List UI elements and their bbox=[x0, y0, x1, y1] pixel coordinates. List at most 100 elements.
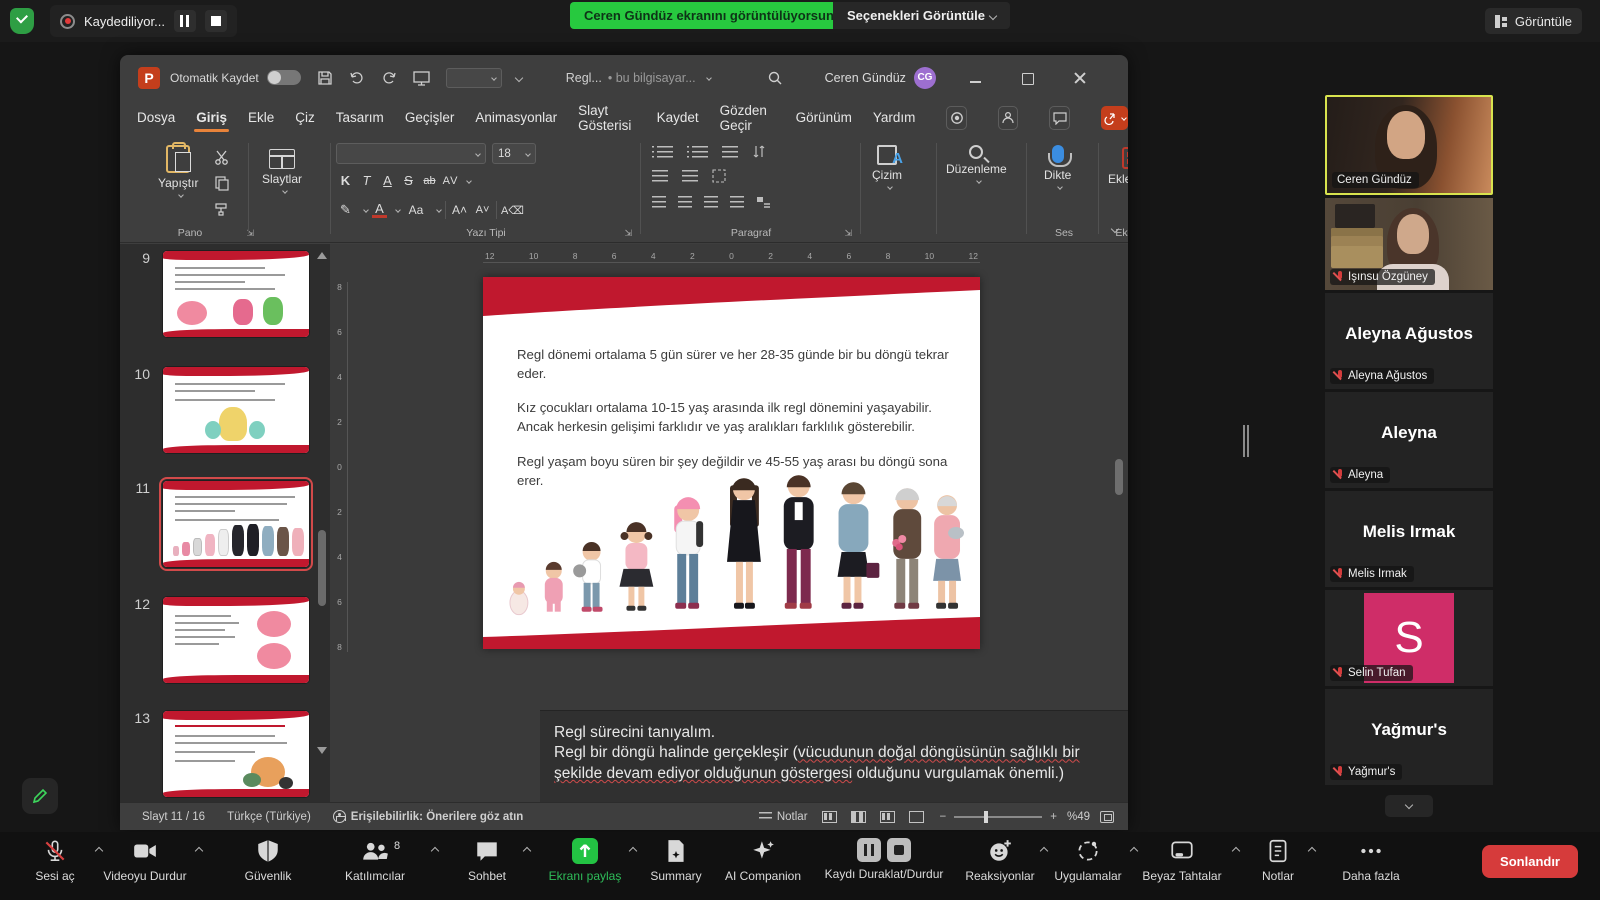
align-left-icon[interactable] bbox=[652, 196, 666, 208]
zoom-percentage[interactable]: %49 bbox=[1067, 811, 1090, 823]
tab-slayt-gosterisi[interactable]: Slayt Gösterisi bbox=[578, 103, 635, 133]
accessibility-status[interactable]: Erişilebilirlik: Önerilere göz atın bbox=[333, 810, 524, 823]
cut-icon[interactable] bbox=[214, 149, 230, 165]
toolbar-pause-stop-recording[interactable]: Kaydı Duraklat/Durdur bbox=[819, 838, 949, 881]
italic-button[interactable]: T bbox=[357, 173, 376, 188]
zoom-in-button[interactable]: + bbox=[1050, 811, 1057, 823]
search-icon[interactable] bbox=[767, 70, 783, 86]
fit-slide-to-window-button[interactable] bbox=[1100, 811, 1114, 823]
slide-indicator[interactable]: Slayt 11 / 16 bbox=[142, 811, 205, 823]
bold-button[interactable]: K bbox=[336, 173, 355, 188]
slideshow-icon[interactable] bbox=[413, 70, 430, 86]
increase-indent-icon[interactable] bbox=[682, 170, 698, 182]
language-indicator[interactable]: Türkçe (Türkiye) bbox=[227, 811, 311, 823]
tab-giris[interactable]: Giriş bbox=[196, 110, 227, 125]
presenter-coach-button[interactable] bbox=[998, 106, 1018, 130]
thumbnails-scroll-down-icon[interactable] bbox=[317, 747, 327, 754]
font-color-button[interactable]: A bbox=[372, 202, 387, 218]
format-painter-icon[interactable] bbox=[214, 201, 230, 217]
participant-tile-aleyna[interactable]: Aleyna Aleyna bbox=[1325, 392, 1493, 488]
participant-tile-aleyna-agustos[interactable]: Aleyna Ağustos Aleyna Ağustos bbox=[1325, 293, 1493, 389]
participant-video-ceren[interactable]: Ceren Gündüz bbox=[1325, 95, 1493, 195]
font-size-dropdown[interactable]: 18 bbox=[492, 143, 536, 164]
participant-tile-melis[interactable]: Melis Irmak Melis Irmak bbox=[1325, 491, 1493, 587]
account-name[interactable]: Ceren Gündüz bbox=[825, 71, 906, 85]
tab-animasyonlar[interactable]: Animasyonlar bbox=[475, 110, 557, 125]
slide-thumbnail-11-selected[interactable] bbox=[162, 480, 310, 568]
document-title[interactable]: Regl... • bu bilgisayar... bbox=[566, 71, 711, 85]
strikethrough-button[interactable]: ab bbox=[420, 175, 439, 187]
align-right-icon[interactable] bbox=[704, 196, 718, 208]
pause-recording-button[interactable] bbox=[174, 10, 196, 32]
smartart-convert-icon[interactable] bbox=[756, 195, 772, 209]
view-layout-button[interactable]: Görüntüle bbox=[1485, 8, 1582, 34]
slide-thumbnail-12[interactable] bbox=[162, 596, 310, 684]
tab-gecisler[interactable]: Geçişler bbox=[405, 110, 455, 125]
autosave-toggle[interactable] bbox=[267, 70, 301, 85]
shrink-font-button[interactable]: A˅ bbox=[473, 204, 492, 216]
slide-sorter-view-button[interactable] bbox=[851, 811, 866, 823]
dialog-launcher-icon[interactable]: ⇲ bbox=[844, 228, 852, 239]
maximize-button[interactable] bbox=[1022, 72, 1034, 84]
text-direction-icon[interactable] bbox=[712, 169, 726, 183]
editing-button[interactable]: Düzenleme bbox=[946, 145, 1007, 183]
redo-icon[interactable] bbox=[381, 70, 397, 86]
ribbon-options-chevron-icon[interactable] bbox=[514, 73, 522, 81]
participant-tile-selin[interactable]: S Selin Tufan bbox=[1325, 590, 1493, 686]
notes-pane[interactable]: Regl sürecini tanıyalım. Regl bir döngü … bbox=[540, 710, 1128, 802]
shadow-button[interactable]: S bbox=[399, 173, 418, 188]
font-name-dropdown[interactable] bbox=[336, 143, 486, 164]
tab-dosya[interactable]: Dosya bbox=[137, 110, 175, 125]
thumbnails-scrollbar[interactable] bbox=[318, 530, 326, 606]
participant-tile-yagmur[interactable]: Yağmur's Yağmur's bbox=[1325, 689, 1493, 785]
tab-yardim[interactable]: Yardım bbox=[873, 110, 916, 125]
share-button[interactable] bbox=[1101, 106, 1128, 130]
zoom-out-button[interactable]: − bbox=[940, 811, 947, 823]
tab-ekle[interactable]: Ekle bbox=[248, 110, 274, 125]
view-options-button[interactable]: Seçenekleri Görüntüle bbox=[833, 2, 1010, 29]
dictate-button[interactable]: Dikte bbox=[1044, 145, 1071, 189]
toolbar-ai-companion[interactable]: AI Companion bbox=[698, 838, 828, 883]
bullet-list-icon[interactable] bbox=[657, 146, 673, 158]
slide-canvas[interactable]: Regl dönemi ortalama 5 gün sürer ve her … bbox=[483, 277, 980, 649]
slideshow-view-button[interactable] bbox=[909, 811, 924, 823]
account-avatar[interactable]: CG bbox=[914, 67, 936, 89]
quick-access-dropdown[interactable] bbox=[446, 68, 502, 88]
scrollbar-thumb[interactable] bbox=[1115, 459, 1123, 495]
more-participants-button[interactable] bbox=[1385, 795, 1433, 817]
undo-icon[interactable] bbox=[349, 70, 365, 86]
change-case-button[interactable]: Aa bbox=[404, 203, 428, 217]
drawing-button[interactable]: Çizim bbox=[872, 145, 902, 189]
panel-resize-handle[interactable] bbox=[1243, 425, 1245, 457]
minimize-button[interactable] bbox=[970, 72, 982, 84]
paste-button[interactable]: Yapıştır bbox=[158, 145, 198, 197]
justify-icon[interactable] bbox=[730, 196, 744, 208]
toolbar-more[interactable]: Daha fazla bbox=[1306, 838, 1436, 883]
zoom-slider-thumb[interactable] bbox=[984, 811, 988, 823]
align-center-icon[interactable] bbox=[678, 196, 692, 208]
close-button[interactable] bbox=[1074, 72, 1086, 84]
decrease-indent-icon[interactable] bbox=[652, 170, 668, 182]
record-button[interactable] bbox=[946, 106, 966, 130]
save-icon[interactable] bbox=[317, 70, 333, 86]
slide-thumbnail-9[interactable] bbox=[162, 250, 310, 338]
character-spacing-button[interactable]: AV bbox=[441, 175, 460, 187]
underline-button[interactable]: A bbox=[378, 173, 397, 188]
toolbar-participants[interactable]: 8 Katılımcılar bbox=[310, 838, 440, 883]
dialog-launcher-icon[interactable]: ⇲ bbox=[624, 228, 632, 239]
slide-thumbnail-10[interactable] bbox=[162, 366, 310, 454]
thumbnails-scroll-up-icon[interactable] bbox=[317, 252, 327, 259]
tab-gozden-gecir[interactable]: Gözden Geçir bbox=[720, 103, 775, 133]
stop-recording-icon[interactable] bbox=[887, 838, 911, 862]
tab-kaydet[interactable]: Kaydet bbox=[657, 110, 699, 125]
chevron-up-icon[interactable] bbox=[195, 847, 203, 855]
tab-tasarim[interactable]: Tasarım bbox=[336, 110, 384, 125]
toolbar-stop-video[interactable]: Videoyu Durdur bbox=[80, 838, 210, 883]
numbered-list-icon[interactable] bbox=[692, 146, 708, 158]
zoom-slider[interactable] bbox=[954, 816, 1042, 818]
sort-icon[interactable] bbox=[752, 145, 766, 159]
annotation-pencil-button[interactable] bbox=[22, 778, 58, 814]
stop-recording-button[interactable] bbox=[205, 10, 227, 32]
line-spacing-icon[interactable] bbox=[722, 146, 738, 158]
participant-video-isinsu[interactable]: Işınsu Özgüney bbox=[1325, 198, 1493, 290]
